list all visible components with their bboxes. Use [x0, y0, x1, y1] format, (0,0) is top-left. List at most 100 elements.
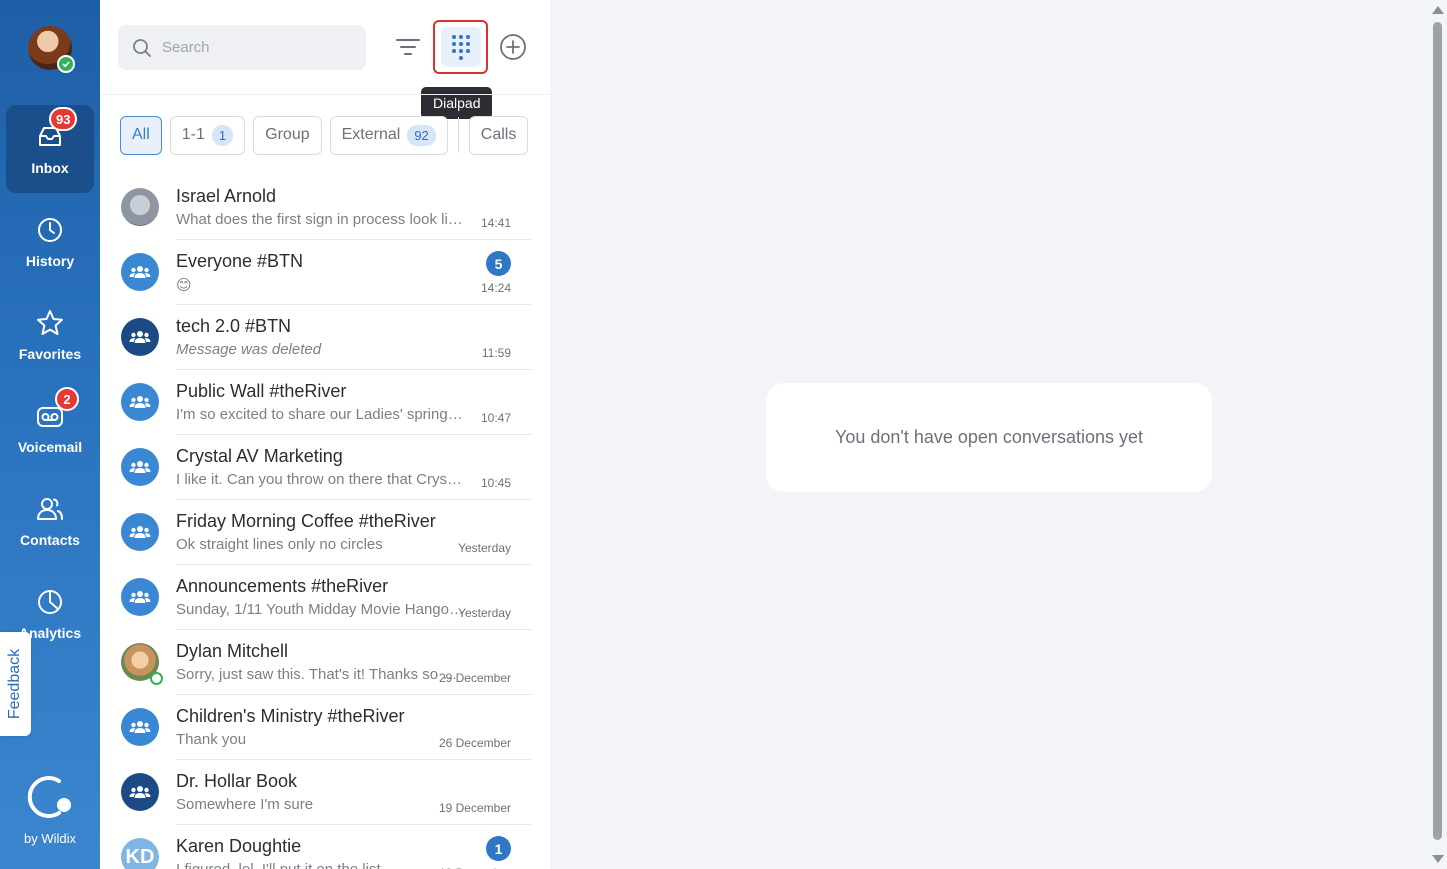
conversation-avatar — [121, 708, 159, 746]
conversation-avatar — [121, 383, 159, 421]
group-icon — [129, 786, 151, 798]
conversation-avatar — [121, 318, 159, 356]
conversation-preview: I like it. Can you throw on there that C… — [176, 471, 466, 488]
conversation-row[interactable]: Everyone #BTN 😊 5 14:24 — [100, 240, 532, 305]
conversation-row[interactable]: Announcements #theRiver Sunday, 1/11 Yout… — [100, 565, 532, 630]
conversation-time: 11:59 — [481, 346, 511, 360]
voicemail-badge: 2 — [55, 387, 79, 411]
group-icon — [129, 526, 151, 538]
filter-external-label: External — [341, 126, 401, 143]
filter-group[interactable]: Group — [253, 115, 322, 155]
filter-button[interactable] — [382, 22, 434, 72]
nav-inbox-label: Inbox — [31, 160, 69, 176]
conversation-time: 29 December — [438, 671, 511, 685]
conversation-preview: 😊 — [176, 277, 192, 294]
conversation-row[interactable]: Friday Morning Coffee #theRiver Ok straig… — [100, 500, 532, 565]
conversation-view: You don't have open conversations yet — [550, 0, 1427, 869]
page-scrollbar[interactable] — [1429, 0, 1447, 869]
conversation-name: Karen Doughtie — [176, 836, 302, 856]
feedback-tab[interactable]: Feedback — [0, 632, 31, 736]
filter-divider — [457, 117, 459, 153]
group-icon — [129, 591, 151, 603]
feedback-label: Feedback — [6, 648, 24, 720]
conversation-time: 19 December — [438, 801, 511, 815]
star-icon — [37, 310, 63, 335]
clock-icon — [38, 218, 62, 242]
conversation-name: tech 2.0 #BTN — [176, 316, 292, 336]
conversation-preview: Message was deleted — [176, 341, 322, 358]
conversation-row[interactable]: KD Karen Doughtie I figured, lol. I'll put… — [100, 825, 532, 869]
conversation-avatar — [121, 448, 159, 486]
conversation-time: 14:24 — [480, 281, 511, 295]
nav-history[interactable]: History — [6, 198, 94, 286]
conversation-list: Israel Arnold What does the first sign in… — [100, 175, 532, 869]
nav-voicemail[interactable]: Voicemail 2 — [6, 384, 94, 472]
conversation-preview: I'm so excited to share our Ladies' spri… — [176, 406, 466, 423]
filter-icon — [396, 39, 420, 55]
conversation-avatar — [121, 513, 159, 551]
nav-favorites-label: Favorites — [18, 346, 82, 362]
conversation-avatar — [121, 578, 159, 616]
filter-all[interactable]: All — [120, 115, 162, 155]
group-icon — [129, 331, 151, 343]
conversation-list-panel: Dialpad All 1-11 Group External92 Calls … — [100, 0, 550, 869]
conversation-name: Dr. Hollar Book — [176, 771, 298, 791]
dialpad-button[interactable] — [433, 20, 488, 74]
page-scroll-thumb[interactable] — [1433, 22, 1442, 840]
online-status-icon — [57, 55, 75, 73]
conversation-row[interactable]: Dr. Hollar Book Somewhere I'm sure 19 Dece… — [100, 760, 532, 825]
user-avatar[interactable] — [28, 26, 75, 73]
conversation-name: Everyone #BTN — [176, 251, 304, 271]
conversation-row[interactable]: Dylan Mitchell Sorry, just saw this. That… — [100, 630, 532, 695]
conversation-name: Public Wall #theRiver — [176, 381, 347, 401]
unread-badge: 1 — [486, 836, 511, 861]
page-scroll-up-icon[interactable] — [1432, 6, 1444, 14]
conversation-avatar — [121, 188, 159, 226]
empty-state-text: You don't have open conversations yet — [835, 427, 1143, 447]
filter-calls[interactable]: Calls — [468, 115, 529, 155]
filter-one-to-one[interactable]: 1-1 1 — [169, 115, 246, 155]
nav-voicemail-label: Voicemail — [17, 439, 83, 455]
conversation-time: 10:45 — [480, 476, 511, 490]
nav-inbox[interactable]: Inbox 93 — [6, 105, 94, 193]
filter-chips: All 1-1 1 Group External 92 Calls — [120, 115, 536, 155]
dialpad-icon — [451, 35, 470, 60]
plus-circle-icon — [500, 34, 526, 60]
filter-group-label: Group — [265, 126, 310, 143]
search-icon — [133, 38, 151, 57]
brand-logo: by Wildix — [0, 772, 100, 846]
group-icon — [129, 396, 151, 408]
group-icon — [129, 266, 151, 278]
search-input[interactable] — [162, 39, 352, 56]
filter-external[interactable]: External 92 — [329, 115, 448, 155]
conversation-name: Israel Arnold — [176, 186, 277, 206]
nav-history-label: History — [25, 253, 75, 269]
wildix-logo-icon — [27, 776, 71, 818]
conversation-row[interactable]: Crystal AV Marketing I like it. Can you t… — [100, 435, 532, 500]
inbox-badge: 93 — [49, 107, 78, 131]
group-icon — [129, 721, 151, 733]
conversation-preview: Somewhere I'm sure — [176, 796, 314, 813]
contacts-icon — [37, 498, 63, 520]
avatar-initials: KD — [125, 845, 155, 868]
conversation-row[interactable]: Public Wall #theRiver I'm so excited to s… — [100, 370, 532, 435]
online-indicator-icon — [150, 672, 163, 685]
page-scroll-down-icon[interactable] — [1432, 855, 1444, 863]
conversation-preview: Sorry, just saw this. That's it! Thanks … — [176, 666, 466, 683]
conversation-avatar — [121, 773, 159, 811]
conversation-name: Friday Morning Coffee #theRiver — [176, 511, 436, 531]
filter-one-to-one-label: 1-1 — [181, 126, 205, 143]
conversation-row[interactable]: tech 2.0 #BTN Message was deleted 11:59 — [100, 305, 532, 370]
conversation-name: Announcements #theRiver — [176, 576, 389, 596]
search-box[interactable] — [118, 25, 366, 70]
filter-calls-label: Calls — [480, 126, 517, 143]
conversation-row[interactable]: Children's Ministry #theRiver Thank you 26… — [100, 695, 532, 760]
nav-contacts[interactable]: Contacts — [6, 477, 94, 565]
conversation-row[interactable]: Israel Arnold What does the first sign in… — [100, 175, 532, 240]
conversation-time: Yesterday — [458, 606, 511, 620]
conversation-time: Yesterday — [458, 541, 511, 555]
conversation-name: Children's Ministry #theRiver — [176, 706, 405, 726]
new-conversation-button[interactable] — [487, 22, 539, 72]
nav-favorites[interactable]: Favorites — [6, 291, 94, 379]
filter-external-count: 92 — [407, 124, 436, 146]
